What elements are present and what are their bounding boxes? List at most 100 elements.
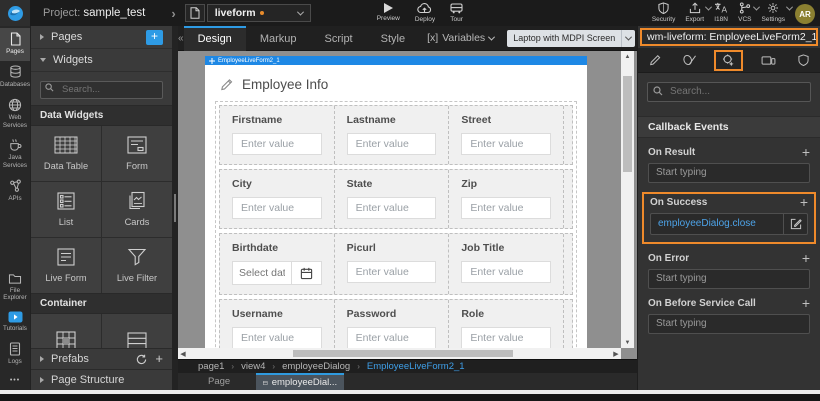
form-field-state[interactable]: State xyxy=(334,170,449,228)
pages-section-header[interactable]: Pages + xyxy=(31,26,172,49)
form-field-birthdate[interactable]: Birthdate xyxy=(220,234,334,294)
breadcrumb-page1[interactable]: page1 xyxy=(198,361,224,372)
tab-events[interactable] xyxy=(714,50,743,71)
state-input[interactable] xyxy=(347,197,437,219)
rail-item-file-explorer[interactable]: File Explorer xyxy=(0,269,30,308)
form-field-password[interactable]: Password xyxy=(334,300,449,349)
page-selector-dropdown[interactable]: liveform xyxy=(207,4,311,22)
username-input[interactable] xyxy=(232,327,322,349)
selected-widget-bar[interactable]: EmployeeLiveForm2_1 xyxy=(205,56,587,65)
widget-search-input[interactable] xyxy=(40,81,163,99)
password-input[interactable] xyxy=(347,327,437,349)
export-button[interactable]: Export xyxy=(685,2,704,23)
properties-search-input[interactable] xyxy=(647,82,811,102)
form-field-zip[interactable]: Zip xyxy=(448,170,563,228)
tab-style[interactable]: Style xyxy=(367,26,419,51)
widget-tile-list[interactable]: List xyxy=(31,182,101,237)
rail-item-logs[interactable]: Logs xyxy=(0,338,30,371)
jobtitle-input[interactable] xyxy=(461,261,551,283)
breadcrumb-employeedialog[interactable]: employeeDialog xyxy=(282,361,350,372)
refresh-icon[interactable] xyxy=(136,354,147,365)
picurl-input[interactable] xyxy=(347,261,437,283)
form-field-username[interactable]: Username xyxy=(220,300,334,349)
widget-tile-live-filter[interactable]: Live Filter xyxy=(102,238,172,293)
add-on-result-button[interactable]: + xyxy=(802,147,810,157)
tab-page[interactable]: Page xyxy=(194,373,244,390)
tab-security[interactable] xyxy=(794,52,813,68)
lastname-input[interactable] xyxy=(347,133,437,155)
vertical-scroll-thumb[interactable] xyxy=(623,76,632,172)
zip-input[interactable] xyxy=(461,197,551,219)
tab-markup[interactable]: Markup xyxy=(246,26,311,51)
i18n-button[interactable]: A I18N xyxy=(714,2,728,23)
form-title[interactable]: Employee Info xyxy=(205,65,587,101)
tour-button[interactable]: Tour xyxy=(450,3,463,23)
firstname-input[interactable] xyxy=(232,133,322,155)
widget-tile-data-table[interactable]: Data Table xyxy=(31,126,101,181)
rail-item-web-services[interactable]: Web Services xyxy=(0,94,30,135)
rail-item-tutorials[interactable]: Tutorials xyxy=(0,307,30,338)
rail-item-apis[interactable]: APIs xyxy=(0,175,30,208)
scroll-left-arrow[interactable]: ◀︎ xyxy=(178,348,188,359)
widget-tile-form[interactable]: Form xyxy=(102,126,172,181)
rail-item-databases[interactable]: Databases xyxy=(0,61,30,94)
add-prefab-button[interactable]: + xyxy=(155,354,163,364)
tab-design[interactable]: Design xyxy=(184,26,246,51)
date-picker-button[interactable] xyxy=(291,262,321,284)
variables-dropdown[interactable]: [x] Variables xyxy=(427,32,494,44)
add-on-error-button[interactable]: + xyxy=(802,253,810,263)
add-page-button[interactable]: + xyxy=(146,30,163,45)
widget-tile-cards[interactable]: Cards xyxy=(102,182,172,237)
form-field-role[interactable]: Role xyxy=(448,300,563,349)
prefabs-section-header[interactable]: Prefabs + xyxy=(31,348,172,369)
settings-button[interactable]: Settings xyxy=(762,2,786,23)
on-before-service-call-input[interactable] xyxy=(648,314,810,334)
breadcrumb-active-item[interactable]: EmployeeLiveForm2_1 xyxy=(367,361,465,372)
horizontal-scroll-thumb[interactable] xyxy=(293,350,513,357)
widget-tile-live-form[interactable]: Live Form xyxy=(31,238,101,293)
role-input[interactable] xyxy=(461,327,551,349)
form-field-picurl[interactable]: Picurl xyxy=(334,234,449,294)
user-avatar[interactable]: AR xyxy=(795,4,815,24)
tab-script[interactable]: Script xyxy=(311,26,367,51)
device-selector-dropdown[interactable]: Laptop with MDPI Screen xyxy=(507,30,635,47)
on-success-action-link[interactable]: employeeDialog.close xyxy=(651,218,783,229)
form-field-lastname[interactable]: Lastname xyxy=(334,106,449,164)
breadcrumb-view4[interactable]: view4 xyxy=(241,361,265,372)
scroll-up-arrow[interactable]: ▲︎ xyxy=(621,51,634,62)
birthdate-input[interactable] xyxy=(233,262,291,284)
city-input[interactable] xyxy=(232,197,322,219)
tab-employee-dialog[interactable]: employeeDial... xyxy=(256,373,344,390)
widgets-section-header[interactable]: Widgets xyxy=(31,49,172,72)
widget-tile-grid-layout[interactable] xyxy=(31,314,101,349)
design-canvas[interactable]: EmployeeLiveForm2_1 Employee Info Firstn… xyxy=(178,51,637,359)
page-artboard[interactable]: EmployeeLiveForm2_1 Employee Info Firstn… xyxy=(205,56,587,349)
vcs-button[interactable]: VCS xyxy=(738,2,751,23)
deploy-button[interactable]: Deploy xyxy=(415,3,435,23)
add-on-success-button[interactable]: + xyxy=(800,197,808,207)
form-field-street[interactable]: Street xyxy=(448,106,563,164)
on-error-input[interactable] xyxy=(648,269,810,289)
canvas-horizontal-scrollbar[interactable]: ◀︎ ▶︎ xyxy=(178,348,621,359)
tab-styles[interactable] xyxy=(679,52,701,68)
rail-item-java-services[interactable]: Java Services xyxy=(0,134,30,175)
street-input[interactable] xyxy=(461,133,551,155)
form-field-city[interactable]: City xyxy=(220,170,334,228)
scroll-right-arrow[interactable]: ▶︎ xyxy=(611,348,621,359)
canvas-vertical-scrollbar[interactable]: ▲︎ ▼︎ xyxy=(621,51,634,348)
security-button[interactable]: Security xyxy=(652,2,675,23)
edit-on-success-button[interactable] xyxy=(783,214,807,234)
app-logo[interactable] xyxy=(0,0,30,26)
form-field-jobtitle[interactable]: Job Title xyxy=(448,234,563,294)
on-result-input[interactable] xyxy=(648,163,810,183)
page-structure-section-header[interactable]: Page Structure xyxy=(31,369,172,390)
tab-devices[interactable] xyxy=(757,53,780,68)
preview-button[interactable]: Preview xyxy=(377,3,400,23)
rail-item-pages[interactable]: Pages xyxy=(0,28,30,61)
tab-properties[interactable] xyxy=(645,52,665,68)
scroll-down-arrow[interactable]: ▼︎ xyxy=(621,337,634,348)
add-on-before-service-call-button[interactable]: + xyxy=(802,298,810,308)
widget-tile-panel[interactable] xyxy=(102,314,172,349)
form-field-firstname[interactable]: Firstname xyxy=(220,106,334,164)
rail-overflow-button[interactable]: ••• xyxy=(10,371,20,390)
